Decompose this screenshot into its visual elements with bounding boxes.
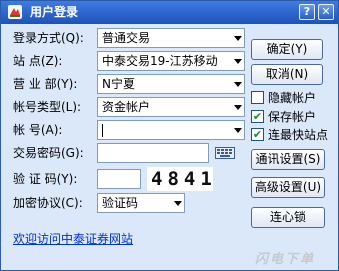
encryption-label: 加密协议(C): [13, 196, 83, 210]
chevron-down-icon [234, 128, 242, 133]
trade-password-label: 交易密码(G): [13, 146, 84, 160]
branch-label: 营 业 部(Y): [13, 77, 78, 91]
advanced-settings-button[interactable]: 高级设置(U) [251, 177, 325, 198]
chevron-down-icon [234, 36, 242, 41]
captcha-image[interactable]: 4841 [147, 167, 213, 191]
site-value: 中泰交易19-江苏移动 [102, 54, 218, 68]
account-type-label: 帐号类型(L): [13, 100, 82, 114]
help-button[interactable]: ? [299, 4, 315, 20]
cancel-button[interactable]: 取消(N) [251, 64, 323, 85]
chevron-down-icon [234, 59, 242, 64]
hide-account-label: 隐藏帐户 [268, 91, 317, 105]
login-method-select[interactable]: 普通交易 [97, 28, 245, 48]
trade-password-input[interactable] [97, 143, 209, 163]
app-logo-icon [8, 5, 22, 19]
title-bar[interactable]: 用户登录 ? ✕ [1, 1, 338, 24]
chevron-down-icon [234, 82, 242, 87]
account-type-value: 资金帐户 [102, 100, 151, 114]
encryption-select[interactable]: 验证码 [97, 193, 185, 213]
site-label: 站 点(Z): [13, 54, 63, 68]
window-title: 用户登录 [30, 5, 79, 19]
confirm-button[interactable]: 确定(Y) [251, 39, 323, 60]
verify-code-input[interactable] [97, 169, 141, 189]
hide-account-checkbox-box[interactable] [251, 91, 264, 104]
soft-keyboard-icon[interactable] [215, 147, 235, 159]
watermark-text: 闪电下单 [255, 252, 316, 267]
account-type-select[interactable]: 资金帐户 [97, 97, 245, 117]
save-account-label: 保存帐户 [268, 110, 317, 124]
connect-lock-button[interactable]: 连心锁 [251, 207, 325, 228]
login-dialog: 用户登录 ? ✕ 登录方式(Q): 普通交易 站 点(Z): 中泰交易19-江苏… [0, 0, 339, 271]
account-label: 帐 号(A): [13, 123, 63, 137]
branch-value: N宁夏 [102, 77, 135, 91]
verify-code-label: 验 证 码(Y): [13, 172, 78, 186]
check-icon[interactable]: ✔ [251, 110, 264, 123]
encryption-value: 验证码 [102, 196, 139, 210]
fastest-site-label: 连最快站点 [268, 128, 329, 142]
login-method-value: 普通交易 [102, 31, 151, 45]
login-method-label: 登录方式(Q): [13, 31, 84, 45]
close-button[interactable]: ✕ [318, 4, 334, 20]
welcome-link[interactable]: 欢迎访问中泰证券网站 [13, 231, 133, 247]
check-icon[interactable]: ✔ [251, 128, 264, 141]
branch-select[interactable]: N宁夏 [97, 74, 245, 94]
text-cursor [102, 124, 103, 137]
account-input[interactable] [97, 120, 245, 140]
chevron-down-icon [234, 105, 242, 110]
chevron-down-icon [174, 201, 182, 206]
comm-settings-button[interactable]: 通讯设置(S) [251, 149, 325, 170]
site-select[interactable]: 中泰交易19-江苏移动 [97, 51, 245, 71]
